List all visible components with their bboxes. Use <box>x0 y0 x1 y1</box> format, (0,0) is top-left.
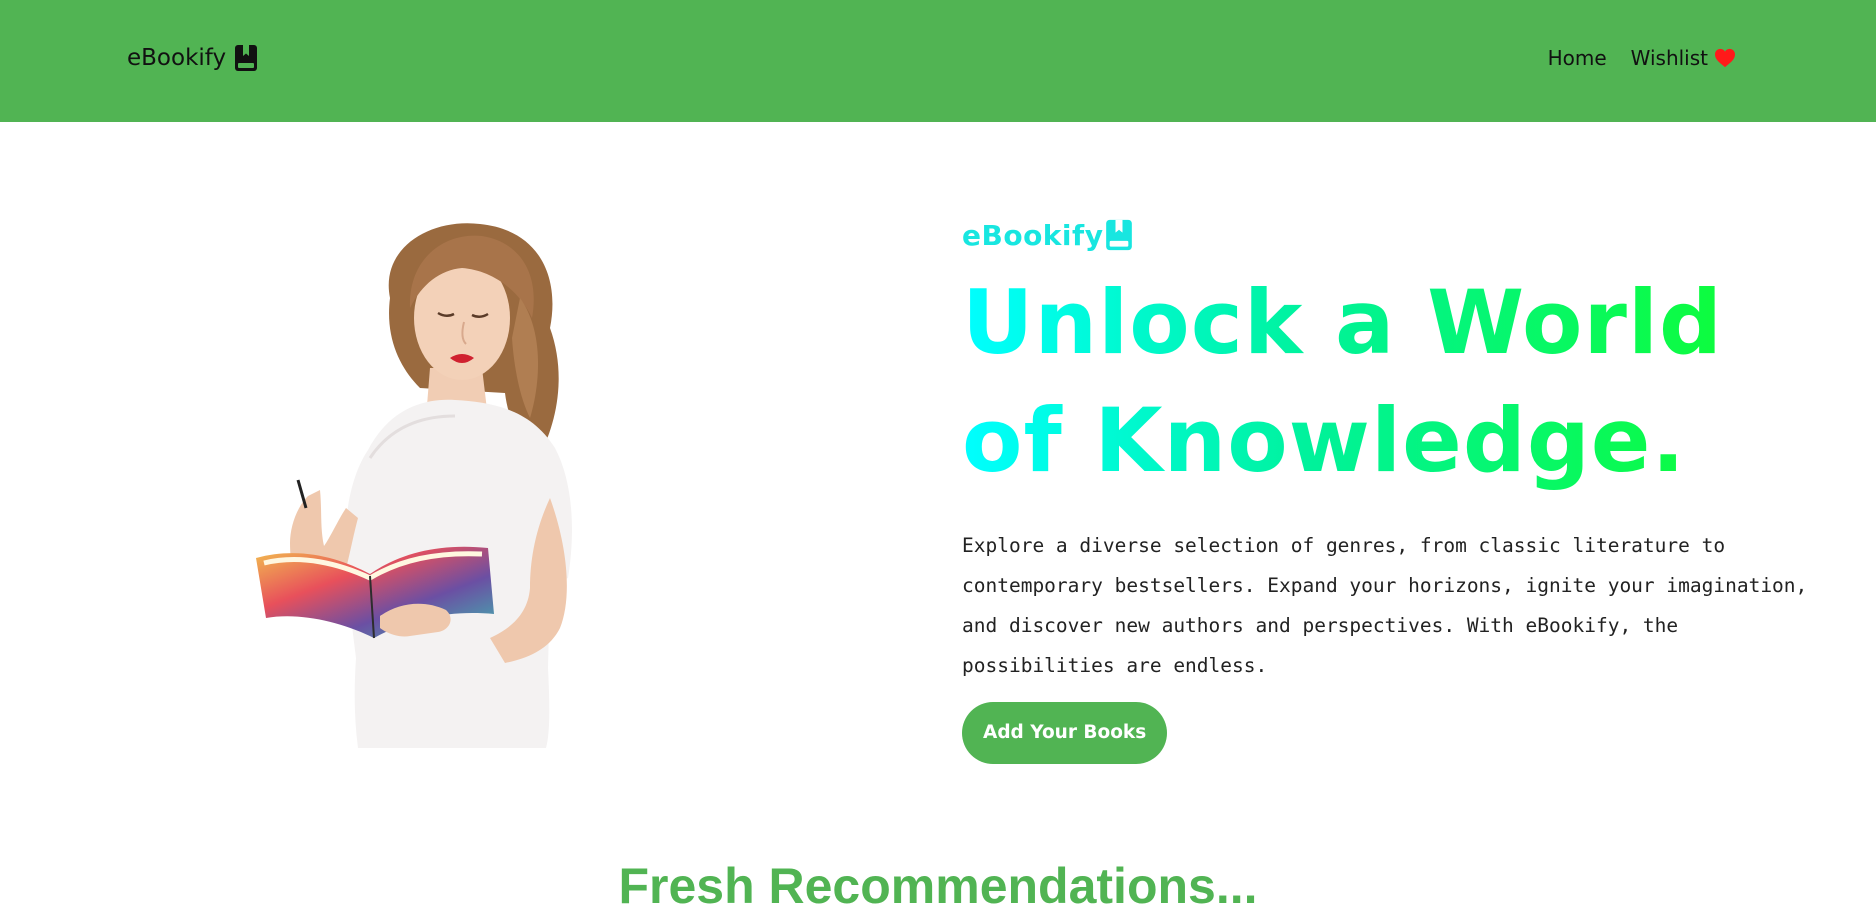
hero-eyebrow-text: eBookify <box>962 218 1104 252</box>
heart-icon <box>1715 48 1735 68</box>
navbar: eBookify Home Wishlist <box>0 0 1876 122</box>
hero-image <box>256 223 572 748</box>
brand-logo[interactable]: eBookify <box>127 44 258 72</box>
nav-wishlist-label: Wishlist <box>1630 46 1708 70</box>
brand-name: eBookify <box>127 45 227 71</box>
section-title-fresh-recommendations: Fresh Recommendations... <box>618 858 1258 913</box>
hero-eyebrow: eBookify <box>962 218 1842 252</box>
hero-description: Explore a diverse selection of genres, f… <box>962 534 1808 677</box>
nav-wishlist-link[interactable]: Wishlist <box>1631 46 1736 70</box>
add-your-books-button[interactable]: Add Your Books <box>962 702 1168 764</box>
nav-home-label: Home <box>1547 46 1607 70</box>
book-bookmark-icon <box>1106 219 1133 251</box>
nav-home-link[interactable]: Home <box>1548 46 1607 70</box>
hero-headline: Unlock a World of Knowledge. <box>962 264 1842 500</box>
book-bookmark-icon <box>235 45 258 71</box>
hero-content: eBookify Unlock a World of Knowledge. Ex… <box>962 218 1842 764</box>
nav-links: Home Wishlist <box>1548 46 1736 70</box>
